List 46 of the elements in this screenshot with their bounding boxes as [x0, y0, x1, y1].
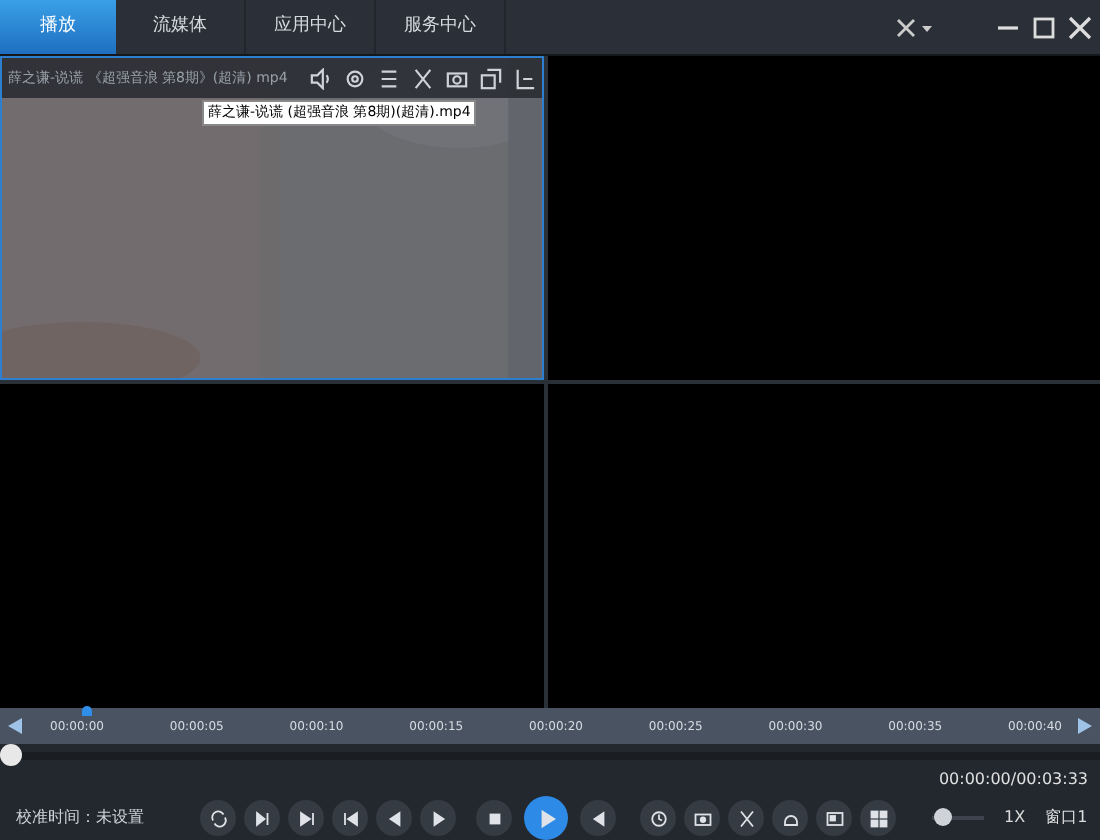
tab[interactable]: 应用中心 [246, 0, 376, 54]
previous-frame-button[interactable] [332, 800, 368, 836]
tab[interactable]: 流媒体 [116, 0, 246, 54]
loop-button[interactable] [200, 800, 236, 836]
list-icon[interactable] [378, 67, 400, 89]
window-button[interactable] [816, 800, 852, 836]
progress-knob[interactable] [0, 744, 22, 766]
layout-icon [869, 809, 887, 827]
next-frame-button[interactable] [288, 800, 324, 836]
slower-button[interactable] [376, 800, 412, 836]
windows-icon[interactable] [480, 67, 502, 89]
faster-icon [429, 809, 447, 827]
faster-button[interactable] [420, 800, 456, 836]
reverse-button[interactable] [580, 800, 616, 836]
speaker-icon[interactable] [310, 67, 332, 89]
calibration-label: 校准时间：未设置 [16, 806, 146, 830]
camera-icon[interactable] [446, 67, 468, 89]
maximize-icon[interactable] [1032, 15, 1056, 39]
playhead-marker[interactable] [82, 705, 92, 715]
record-button[interactable] [772, 800, 808, 836]
scroll-right-icon[interactable] [1078, 718, 1092, 734]
stop-icon [485, 809, 503, 827]
speed-label: 1X [1004, 806, 1026, 830]
stop-button[interactable] [476, 800, 512, 836]
history-icon [649, 809, 667, 827]
history-button[interactable] [640, 800, 676, 836]
play-icon [537, 809, 555, 827]
step-icon [253, 809, 271, 827]
play-button[interactable] [524, 796, 568, 840]
window-icon [825, 809, 843, 827]
time-display: 00:00:00/00:03:33 [938, 768, 1088, 792]
volume-knob[interactable] [934, 808, 953, 826]
camera-button[interactable] [684, 800, 720, 836]
layout-button[interactable] [860, 800, 896, 836]
close-icon[interactable] [1068, 15, 1092, 39]
reverse-icon [589, 809, 607, 827]
tab[interactable]: 播放 [0, 0, 116, 54]
slower-icon [385, 809, 403, 827]
next-frame-icon [297, 809, 315, 827]
loop-icon [209, 809, 227, 827]
window-label: 窗口1 [1045, 806, 1088, 830]
tab[interactable]: 服务中心 [376, 0, 506, 54]
camera-icon [693, 809, 711, 827]
scroll-left-icon[interactable] [8, 718, 22, 734]
step-button[interactable] [244, 800, 280, 836]
previous-frame-icon [341, 809, 359, 827]
